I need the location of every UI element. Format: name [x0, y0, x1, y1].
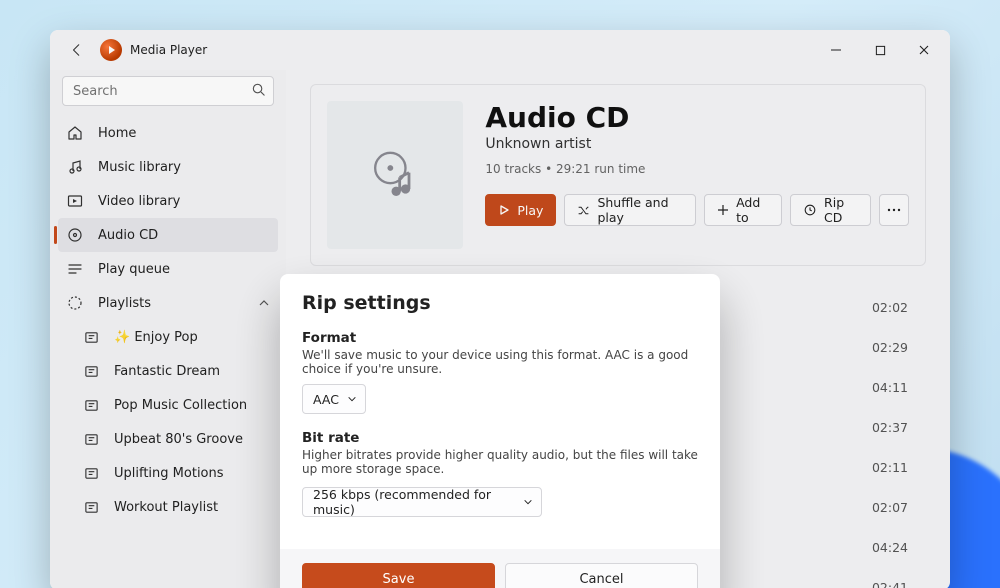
cancel-button[interactable]: Cancel: [505, 563, 698, 588]
chevron-down-icon: [523, 497, 533, 507]
bitrate-value: 256 kbps (recommended for music): [313, 487, 515, 517]
format-select[interactable]: AAC: [302, 384, 366, 414]
format-value: AAC: [313, 392, 339, 407]
format-description: We'll save music to your device using th…: [302, 348, 698, 376]
save-button[interactable]: Save: [302, 563, 495, 588]
rip-settings-dialog: Rip settings Format We'll save music to …: [280, 274, 720, 588]
app-window: Media Player Home Music: [50, 30, 950, 588]
format-label: Format: [302, 330, 698, 346]
chevron-down-icon: [347, 394, 357, 404]
bitrate-label: Bit rate: [302, 430, 698, 446]
bitrate-select[interactable]: 256 kbps (recommended for music): [302, 487, 542, 517]
modal-scrim: Rip settings Format We'll save music to …: [50, 30, 950, 588]
dialog-title: Rip settings: [302, 292, 698, 314]
bitrate-description: Higher bitrates provide higher quality a…: [302, 448, 698, 476]
